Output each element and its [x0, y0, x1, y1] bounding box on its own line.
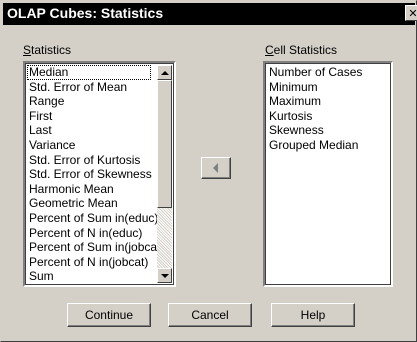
- list-item[interactable]: Sum: [27, 269, 157, 283]
- list-item[interactable]: Std. Error of Mean: [27, 80, 157, 95]
- scroll-up-button[interactable]: [157, 65, 172, 80]
- statistics-listbox[interactable]: Median Std. Error of Mean Range First Last Va…: [23, 61, 176, 287]
- list-item[interactable]: Variance: [27, 138, 157, 153]
- window-title: OLAP Cubes: Statistics: [7, 5, 164, 21]
- help-button[interactable]: Help: [271, 303, 355, 327]
- list-item[interactable]: Percent of N in(jobcat): [27, 255, 157, 270]
- list-item[interactable]: Harmonic Mean: [27, 182, 157, 197]
- scroll-thumb[interactable]: [157, 80, 172, 208]
- list-item[interactable]: Skewness: [267, 123, 389, 138]
- close-button[interactable]: ✕: [405, 5, 417, 21]
- cell-statistics-listbox[interactable]: Number of Cases Minimum Maximum Kurtosis Ske…: [263, 61, 393, 287]
- list-item[interactable]: Grouped Median: [267, 138, 389, 153]
- list-item[interactable]: Minimum: [267, 80, 389, 95]
- list-item[interactable]: Range: [27, 94, 157, 109]
- list-item[interactable]: Std. Error of Skewness: [27, 167, 157, 182]
- statistics-scrollbar[interactable]: [157, 65, 172, 283]
- title-bar[interactable]: OLAP Cubes: Statistics ✕: [3, 3, 417, 25]
- scroll-down-button[interactable]: [157, 268, 172, 283]
- list-item[interactable]: Kurtosis: [267, 109, 389, 124]
- list-item[interactable]: Last: [27, 123, 157, 138]
- close-icon: ✕: [408, 6, 417, 20]
- cancel-button[interactable]: Cancel: [168, 303, 252, 327]
- list-item[interactable]: First: [27, 109, 157, 124]
- list-item[interactable]: Percent of Sum in(jobca: [27, 240, 157, 255]
- left-arrow-icon: [213, 163, 218, 173]
- list-item[interactable]: Number of Cases: [267, 65, 389, 80]
- cell-statistics-label-access-key: C: [265, 43, 274, 57]
- statistics-dialog: OLAP Cubes: Statistics ✕ Statistics Medi…: [0, 0, 417, 342]
- cell-statistics-label-text: ell Statistics: [273, 43, 338, 57]
- statistics-label-text: tatistics: [31, 43, 72, 57]
- move-to-statistics-button[interactable]: [201, 157, 231, 179]
- statistics-label: Statistics: [23, 43, 71, 57]
- cell-statistics-list: Number of Cases Minimum Maximum Kurtosis Ske…: [267, 65, 389, 153]
- statistics-label-access-key: S: [23, 43, 32, 57]
- cell-statistics-label: Cell Statistics: [265, 43, 337, 57]
- list-item[interactable]: Maximum: [267, 94, 389, 109]
- continue-button[interactable]: Continue: [67, 303, 151, 327]
- list-item[interactable]: Geometric Mean: [27, 196, 157, 211]
- list-item[interactable]: Std. Error of Kurtosis: [27, 153, 157, 168]
- statistics-list: Median Std. Error of Mean Range First Last Va…: [27, 65, 157, 283]
- list-item[interactable]: Percent of N in(educ): [27, 226, 157, 241]
- list-item[interactable]: Median: [27, 65, 151, 80]
- list-item[interactable]: Percent of Sum in(educ): [27, 211, 157, 226]
- scroll-up-arrow-icon: [161, 71, 169, 75]
- scroll-down-arrow-icon: [161, 274, 169, 278]
